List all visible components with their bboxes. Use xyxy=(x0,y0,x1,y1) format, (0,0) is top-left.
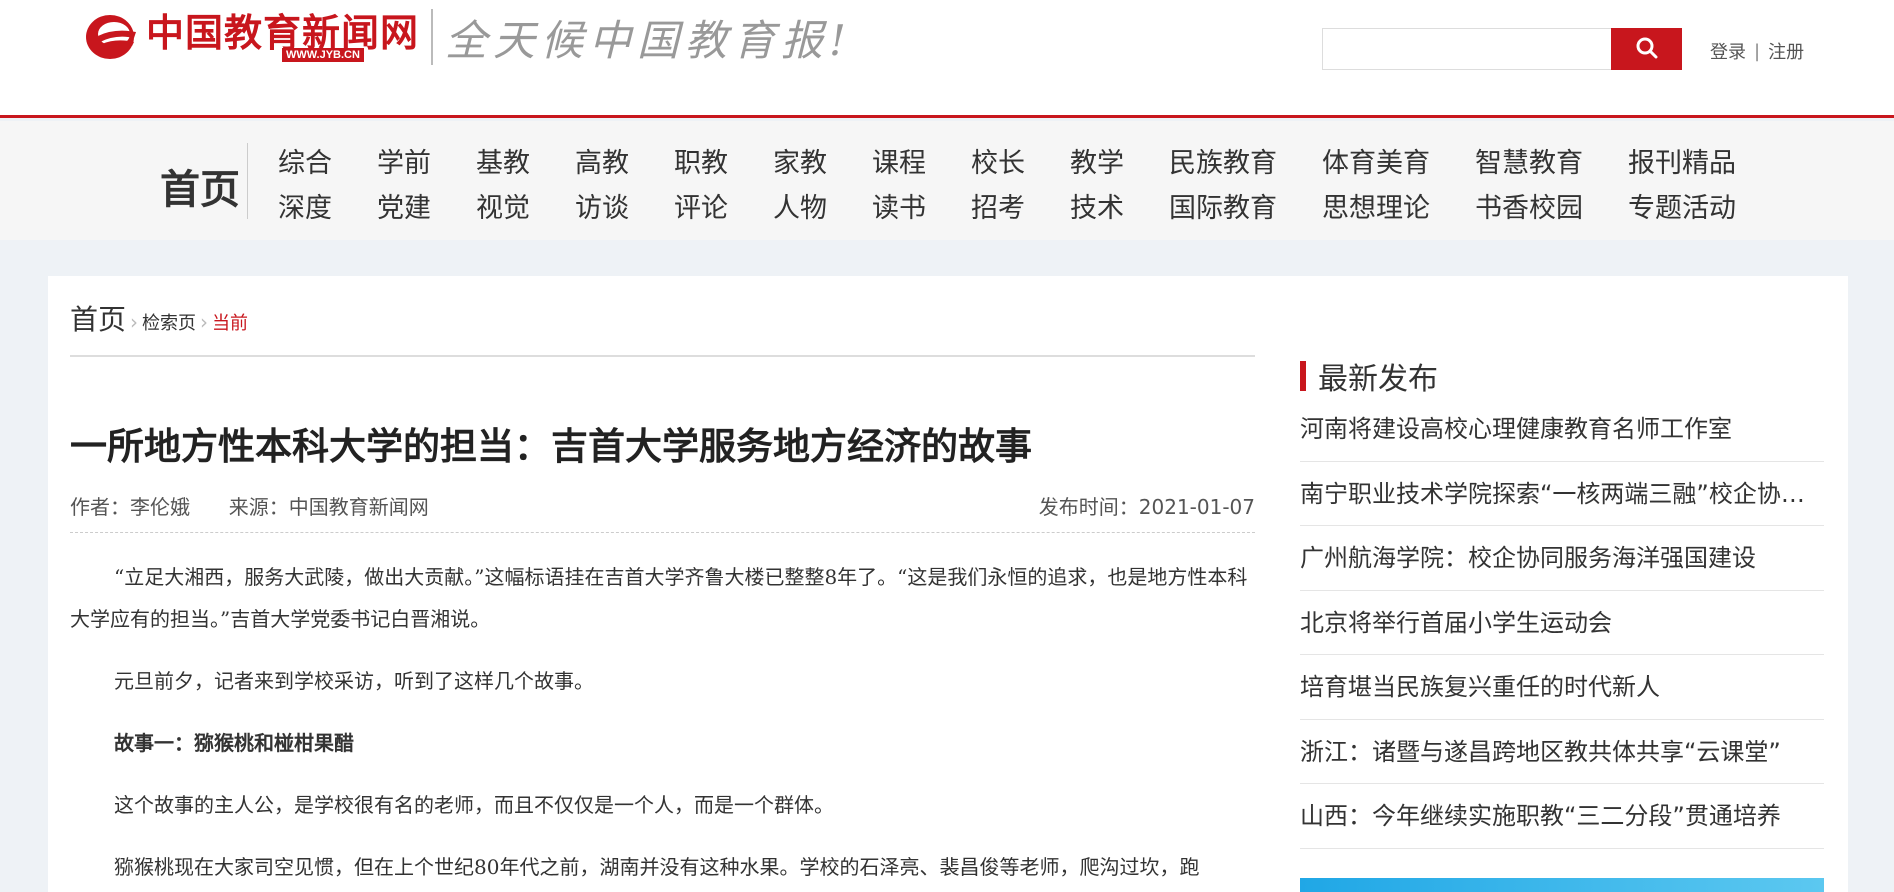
news-link[interactable]: 广州航海学院：校企协同服务海洋强国建设 xyxy=(1300,526,1824,591)
nav-link[interactable]: 思想理论 xyxy=(1322,186,1430,225)
register-link[interactable]: 注册 xyxy=(1768,38,1804,64)
nav-link[interactable]: 读书 xyxy=(872,186,926,225)
nav-link[interactable]: 教学 xyxy=(1070,141,1124,180)
nav-home[interactable]: 首页 xyxy=(160,157,240,215)
article-meta: 作者：李伦娥 来源：中国教育新闻网 xyxy=(70,491,429,520)
sidebar-header: 最新发布 xyxy=(1300,354,1438,398)
nav-link[interactable]: 评论 xyxy=(674,186,728,225)
nav-link[interactable]: 人物 xyxy=(773,186,827,225)
nav-link[interactable]: 高教 xyxy=(575,141,629,180)
source-label: 来源： xyxy=(228,495,289,519)
article-paragraph: 这个故事的主人公，是学校很有名的老师，而且不仅仅是一个人，而是一个群体。 xyxy=(114,793,834,817)
nav-link[interactable]: 招考 xyxy=(971,186,1025,225)
site-logo[interactable]: 中国教育新闻网 WWW.JYB.CN 全天候中国教育报! xyxy=(84,8,852,66)
source-name: 中国教育新闻网 xyxy=(288,495,429,519)
nav-link[interactable]: 专题活动 xyxy=(1628,186,1736,225)
publish-time: 发布时间：2021-01-07 xyxy=(1032,491,1255,520)
sidebar-accent xyxy=(1300,361,1306,391)
news-link[interactable]: 山西：今年继续实施职教“三二分段”贯通培养 xyxy=(1300,784,1824,849)
nav-link[interactable]: 校长 xyxy=(971,141,1025,180)
author-label: 作者： xyxy=(70,495,130,519)
article-title: 一所地方性本科大学的担当：吉首大学服务地方经济的故事 xyxy=(70,425,1032,468)
nav-link[interactable]: 体育美育 xyxy=(1322,141,1430,180)
nav-link[interactable]: 深度 xyxy=(278,186,332,225)
article-body: “立足大湘西，服务大武陵，做出大贡献。”这幅标语挂在吉首大学齐鲁大楼已整整8年了… xyxy=(70,556,1255,892)
nav-link[interactable]: 家教 xyxy=(773,141,827,180)
login-link[interactable]: 登录 xyxy=(1710,38,1746,64)
nav-link[interactable]: 学前 xyxy=(377,141,431,180)
nav-link[interactable]: 职教 xyxy=(674,141,728,180)
nav-divider xyxy=(247,143,248,219)
logo-url: WWW.JYB.CN xyxy=(282,48,364,62)
breadcrumb: 首页 › 检索页 › 当前 xyxy=(70,298,248,338)
article-subheading: 故事一：猕猴桃和椪柑果醋 xyxy=(114,731,354,755)
logo-divider xyxy=(431,9,434,65)
news-link[interactable]: 培育堪当民族复兴重任的时代新人 xyxy=(1300,655,1824,720)
nav-link[interactable]: 课程 xyxy=(872,141,926,180)
nav-link[interactable]: 视觉 xyxy=(476,186,530,225)
search-icon xyxy=(1635,36,1659,63)
nav-link[interactable]: 国际教育 xyxy=(1169,186,1277,225)
nav-link[interactable]: 书香校园 xyxy=(1475,186,1583,225)
chevron-right-icon: › xyxy=(130,310,139,334)
news-link[interactable]: 河南将建设高校心理健康教育名师工作室 xyxy=(1300,397,1824,462)
breadcrumb-divider xyxy=(70,355,1255,357)
logo-slogan: 全天候中国教育报! xyxy=(445,15,852,65)
sidebar-banner[interactable] xyxy=(1300,878,1824,892)
search-button[interactable] xyxy=(1611,28,1682,70)
nav-link[interactable]: 综合 xyxy=(278,141,332,180)
news-link[interactable]: 浙江：诸暨与遂昌跨地区教共体共享“云课堂” xyxy=(1300,720,1824,784)
nav-link[interactable]: 技术 xyxy=(1070,186,1124,225)
chevron-right-icon: › xyxy=(200,310,209,334)
sidebar-title: 最新发布 xyxy=(1318,362,1438,397)
nav-link[interactable]: 党建 xyxy=(377,186,431,225)
nav-link[interactable]: 智慧教育 xyxy=(1475,141,1583,180)
author-name: 李伦娥 xyxy=(130,495,190,519)
jyb-logo-icon xyxy=(84,12,140,62)
auth-links: 登录 | 注册 xyxy=(1710,38,1804,64)
meta-divider xyxy=(70,532,1255,533)
breadcrumb-current: 当前 xyxy=(212,313,249,334)
article-paragraph: 猕猴桃现在大家司空见惯，但在上个世纪80年代之前，湖南并没有这种水果。学校的石泽… xyxy=(114,855,1200,879)
nav-link[interactable]: 民族教育 xyxy=(1169,141,1277,180)
latest-news-list: 河南将建设高校心理健康教育名师工作室 南宁职业技术学院探索“一核两端三融”校企协… xyxy=(1300,397,1824,849)
breadcrumb-search[interactable]: 检索页 xyxy=(142,309,196,335)
nav-link[interactable]: 基教 xyxy=(476,141,530,180)
search-input[interactable] xyxy=(1322,28,1612,70)
auth-separator: | xyxy=(1754,40,1761,62)
news-link[interactable]: 南宁职业技术学院探索“一核两端三融”校企协同育人 xyxy=(1300,462,1824,526)
site-header: 中国教育新闻网 WWW.JYB.CN 全天候中国教育报! 登录 | 注册 xyxy=(0,0,1894,118)
publish-date: 2021-01-07 xyxy=(1138,495,1255,519)
news-link[interactable]: 北京将举行首届小学生运动会 xyxy=(1300,591,1824,655)
nav-link[interactable]: 报刊精品 xyxy=(1628,141,1736,180)
article-paragraph: “立足大湘西，服务大武陵，做出大贡献。”这幅标语挂在吉首大学齐鲁大楼已整整8年了… xyxy=(70,565,1248,631)
main-nav: 首页 综合 学前 基教 高教 职教 家教 课程 校长 教学 民族教育 体育美育 … xyxy=(0,121,1894,240)
breadcrumb-home[interactable]: 首页 xyxy=(70,298,126,338)
article-paragraph: 元旦前夕，记者来到学校采访，听到了这样几个故事。 xyxy=(114,669,594,693)
nav-link[interactable]: 访谈 xyxy=(575,186,629,225)
date-label: 发布时间： xyxy=(1038,495,1139,519)
